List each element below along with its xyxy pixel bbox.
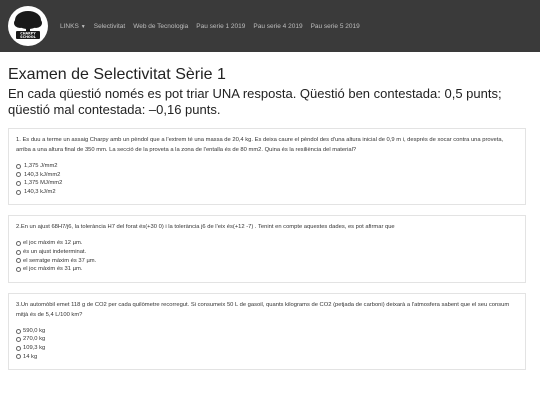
radio-button[interactable] bbox=[16, 172, 21, 178]
radio-button[interactable] bbox=[16, 180, 21, 186]
answer-option[interactable]: 1,375 J/mm2 bbox=[16, 162, 518, 171]
option-label: el serratge màxim és 37 µm. bbox=[23, 257, 97, 264]
answer-option[interactable]: 140,3 kJ/m2 bbox=[16, 188, 518, 197]
answer-option[interactable]: el joc màxim és 12 µm. bbox=[16, 239, 518, 248]
option-label: el joc màxim és 12 µm. bbox=[23, 240, 83, 247]
radio-button[interactable] bbox=[16, 241, 21, 247]
nav-link-label: LINKS bbox=[60, 22, 79, 30]
nav-link-web-de-tecnologia[interactable]: Web de Tecnologia bbox=[133, 23, 188, 30]
nav-link-pau-serie-1-2019[interactable]: Pau serie 1 2019 bbox=[196, 23, 245, 30]
answer-option[interactable]: és un ajust indeterminat. bbox=[16, 248, 518, 257]
option-label: 14 kg bbox=[23, 353, 38, 360]
tree-logo-icon: CHARPY SCHOOL bbox=[9, 7, 47, 45]
radio-button[interactable] bbox=[16, 258, 21, 264]
nav-link-selectivitat[interactable]: Selectivitat bbox=[94, 23, 125, 30]
page-subtitle: En cada qüestió només es pot triar UNA r… bbox=[8, 86, 502, 117]
radio-button[interactable] bbox=[16, 354, 21, 360]
option-label: 270,0 kg bbox=[23, 336, 46, 343]
option-label: 140,3 kJ/m2 bbox=[24, 188, 56, 195]
radio-button[interactable] bbox=[16, 328, 21, 334]
page-title: Examen de Selectivitat Sèrie 1 bbox=[8, 66, 226, 83]
caret-down-icon: ▼ bbox=[80, 23, 86, 30]
radio-button[interactable] bbox=[16, 345, 21, 351]
main-content: Examen de Selectivitat Sèrie 1 En cada q… bbox=[0, 66, 540, 371]
question-text: 1. Es duu a terme un assaig Charpy amb u… bbox=[16, 137, 504, 153]
option-label: 590,0 kg bbox=[23, 327, 46, 334]
question-1: 1. Es duu a terme un assaig Charpy amb u… bbox=[8, 128, 526, 206]
answer-option[interactable]: 14 kg bbox=[16, 353, 518, 362]
answer-option[interactable]: 140,3 kJ/mm2 bbox=[16, 171, 518, 180]
option-label: 1,375 MJ/mm2 bbox=[24, 180, 63, 187]
answer-option[interactable]: 270,0 kg bbox=[16, 335, 518, 344]
answer-options: el joc màxim és 12 µm. és un ajust indet… bbox=[16, 239, 518, 273]
site-logo[interactable]: CHARPY SCHOOL bbox=[8, 6, 48, 46]
question-text: 2.En un ajust 68H7/j6, la tolerància H7 … bbox=[16, 224, 395, 231]
answer-options: 590,0 kg 270,0 kg 109,3 kg 14 kg bbox=[16, 327, 518, 361]
option-label: 109,3 kg bbox=[23, 344, 46, 351]
radio-button[interactable] bbox=[16, 189, 21, 195]
radio-button[interactable] bbox=[16, 266, 21, 272]
radio-button[interactable] bbox=[16, 337, 21, 343]
answer-option[interactable]: 109,3 kg bbox=[16, 344, 518, 353]
answer-option[interactable]: el serratge màxim és 37 µm. bbox=[16, 257, 518, 266]
option-label: el joc màxim és 31 µm. bbox=[23, 266, 83, 273]
svg-text:SCHOOL: SCHOOL bbox=[20, 35, 37, 39]
top-navbar: CHARPY SCHOOL LINKS ▼ Selectivitat Web de… bbox=[0, 0, 540, 52]
option-label: 140,3 kJ/mm2 bbox=[24, 171, 61, 178]
answer-option[interactable]: 1,375 MJ/mm2 bbox=[16, 179, 518, 188]
nav-links: LINKS ▼ Selectivitat Web de Tecnologia Pa… bbox=[60, 23, 368, 30]
radio-button[interactable] bbox=[16, 249, 21, 255]
radio-button[interactable] bbox=[16, 163, 21, 169]
question-3: 3.Un automòbil emet 118 g de CO2 per cad… bbox=[8, 292, 526, 371]
option-label: és un ajust indeterminat. bbox=[23, 248, 87, 255]
nav-link-links-dropdown[interactable]: LINKS ▼ bbox=[60, 23, 86, 30]
nav-link-pau-serie-4-2019[interactable]: Pau serie 4 2019 bbox=[253, 23, 302, 30]
question-text: 3.Un automòbil emet 118 g de CO2 per cad… bbox=[16, 301, 510, 318]
answer-options: 1,375 J/mm2 140,3 kJ/mm2 1,375 MJ/mm2 14… bbox=[16, 162, 518, 196]
answer-option[interactable]: el joc màxim és 31 µm. bbox=[16, 265, 518, 274]
option-label: 1,375 J/mm2 bbox=[24, 163, 58, 169]
answer-option[interactable]: 590,0 kg bbox=[16, 327, 518, 336]
question-2: 2.En un ajust 68H7/j6, la tolerància H7 … bbox=[8, 215, 526, 283]
nav-link-pau-serie-5-2019[interactable]: Pau serie 5 2019 bbox=[311, 23, 360, 30]
